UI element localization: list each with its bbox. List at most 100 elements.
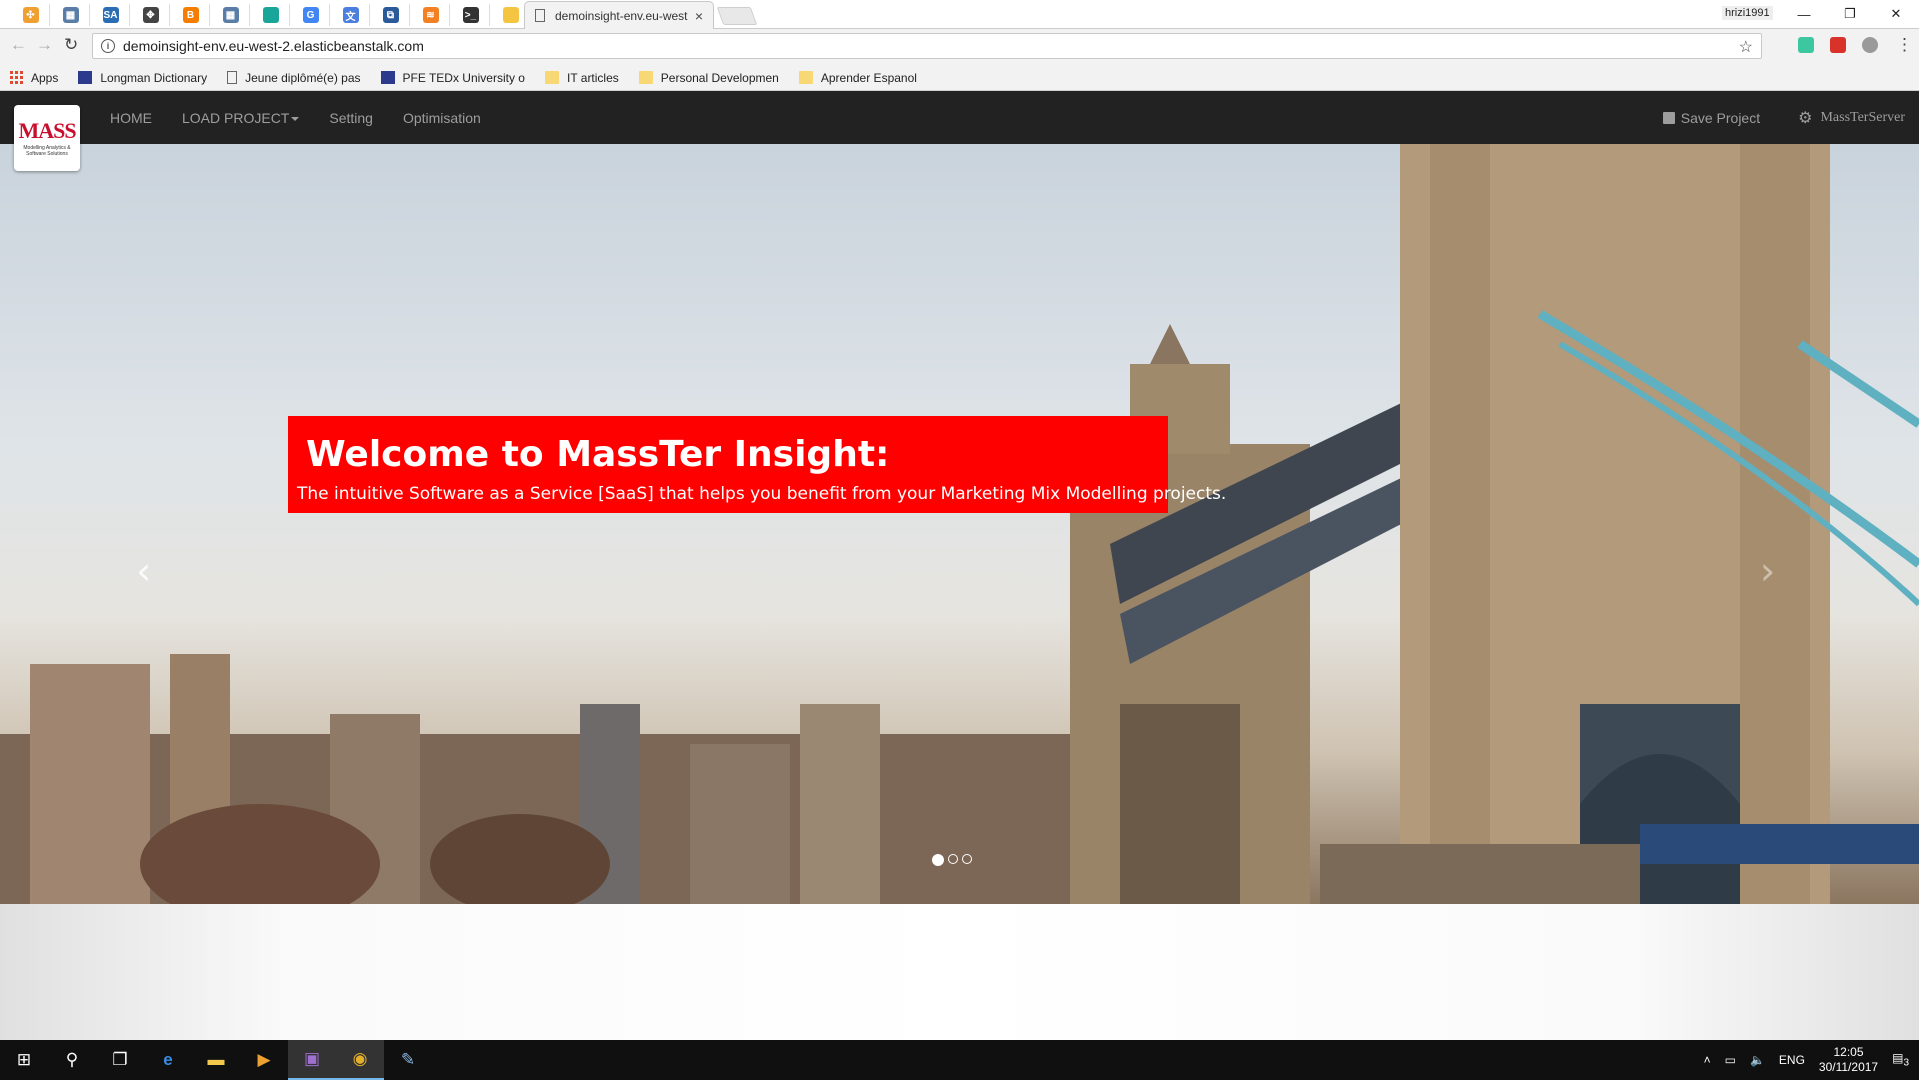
carousel-next-icon[interactable]: › xyxy=(1760,549,1775,593)
back-icon[interactable]: ← xyxy=(10,35,27,55)
logo-subtitle: Modelling Analytics & Software Solutions xyxy=(23,144,71,157)
pinned-tab[interactable]: ▦ xyxy=(212,4,250,26)
logo-text: MASS xyxy=(18,117,76,143)
language-indicator[interactable]: ENG xyxy=(1779,1053,1805,1067)
bookmark-item[interactable]: IT articles xyxy=(544,70,619,85)
favicon-icon xyxy=(380,71,395,84)
restore-icon[interactable]: ❐ xyxy=(1827,0,1873,28)
clock[interactable]: 12:05 30/11/2017 xyxy=(1819,1045,1878,1075)
notifications-icon[interactable]: ▤3 xyxy=(1892,1051,1909,1068)
folder-icon xyxy=(798,71,813,84)
pinned-tab[interactable]: ≋ xyxy=(412,4,450,26)
gear-icon[interactable]: ⚙ xyxy=(1798,108,1812,128)
bookmark-item[interactable]: PFE TEDx University o xyxy=(380,71,525,85)
chrome-icon[interactable]: ◉ xyxy=(336,1040,384,1080)
volume-icon[interactable]: 🔈 xyxy=(1750,1053,1765,1067)
carousel-indicator[interactable] xyxy=(948,854,958,864)
carousel-indicators xyxy=(932,854,972,866)
extension-icon[interactable] xyxy=(1862,37,1878,53)
search-icon[interactable]: ⚲ xyxy=(48,1040,96,1080)
sa-icon: SA xyxy=(102,7,119,23)
network-icon[interactable]: ▭ xyxy=(1725,1053,1736,1067)
page-icon xyxy=(535,9,545,22)
square-teal-icon xyxy=(262,7,279,23)
paint-icon[interactable]: ✎ xyxy=(384,1040,432,1080)
powershell-icon: ⧉ xyxy=(382,7,399,23)
windows-start-icon[interactable]: ⊞ xyxy=(0,1040,48,1080)
page-icon xyxy=(227,71,238,84)
pinned-tab[interactable]: ✣ xyxy=(12,4,50,26)
bookmark-label: Aprender Espanol xyxy=(820,70,917,85)
site-navbar: HOME LOAD PROJECT Setting Optimisation S… xyxy=(0,91,1919,144)
welcome-caption: Welcome to MassTer Insight: The intuitiv… xyxy=(288,416,1226,513)
nav-load-project[interactable]: LOAD PROJECT xyxy=(182,110,300,126)
bookmark-item[interactable]: Personal Developmen xyxy=(638,71,779,85)
pinned-tab[interactable] xyxy=(252,4,290,26)
pinned-tab[interactable]: >_ xyxy=(452,4,490,26)
reload-icon[interactable]: ↻ xyxy=(64,35,78,55)
task-view-icon[interactable]: ❐ xyxy=(96,1040,144,1080)
pinned-tab[interactable]: ▦ xyxy=(52,4,90,26)
nav-setting[interactable]: Setting xyxy=(329,110,373,126)
windows-taskbar: ⊞ ⚲ ❐ e ▬ ▶ ▣ ◉ ✎ ˄ ▭ 🔈 ENG 12:05 30/11/… xyxy=(0,1040,1919,1080)
window-controls: — ❐ ✕ xyxy=(1781,0,1919,28)
pinned-tab[interactable]: ✥ xyxy=(132,4,170,26)
clock-time: 12:05 xyxy=(1833,1045,1864,1059)
active-tab[interactable]: demoinsight-env.eu-west × xyxy=(524,1,714,29)
save-project-button[interactable]: Save Project xyxy=(1662,109,1761,126)
welcome-subtitle: The intuitive Software as a Service [Saa… xyxy=(297,484,1227,504)
info-icon[interactable]: i xyxy=(101,39,115,53)
hero-carousel: Welcome to MassTer Insight: The intuitiv… xyxy=(0,144,1919,904)
close-window-icon[interactable]: ✕ xyxy=(1873,0,1919,28)
bookmark-label: Jeune diplômé(e) pas xyxy=(245,70,361,85)
carousel-prev-icon[interactable]: ‹ xyxy=(136,549,151,593)
bookmark-item[interactable]: Aprender Espanol xyxy=(798,70,917,85)
caret-down-icon xyxy=(291,116,300,121)
browser-toolbar: ← → ↻ i demoinsight-env.eu-west-2.elasti… xyxy=(0,29,1919,65)
bookmark-item[interactable]: Apps xyxy=(10,71,58,85)
bookmark-label: Apps xyxy=(31,70,59,85)
menu-icon[interactable]: ⋮ xyxy=(1896,35,1913,55)
url-text: demoinsight-env.eu-west-2.elasticbeansta… xyxy=(123,38,424,54)
extension-icon[interactable] xyxy=(1798,37,1814,53)
save-project-label: Save Project xyxy=(1680,109,1761,126)
translate-icon: 文 xyxy=(342,7,359,23)
pinned-tab[interactable]: B xyxy=(172,4,210,26)
carousel-indicator[interactable] xyxy=(962,854,972,864)
folder-icon xyxy=(544,71,559,84)
extension-icon[interactable] xyxy=(1830,37,1846,53)
chevron-up-icon[interactable]: ˄ xyxy=(1704,1053,1711,1067)
apps-icon xyxy=(10,71,23,84)
welcome-title: Welcome to MassTer Insight: xyxy=(306,434,890,475)
tree-icon: ▦ xyxy=(222,7,239,23)
forward-icon[interactable]: → xyxy=(36,35,53,55)
mass-logo[interactable]: MASS Modelling Analytics & Software Solu… xyxy=(14,105,80,171)
folder-icon xyxy=(638,71,653,84)
edge-icon[interactable]: e xyxy=(144,1040,192,1080)
minimize-icon[interactable]: — xyxy=(1781,0,1827,28)
network-icon: ✥ xyxy=(142,7,159,23)
nav-home[interactable]: HOME xyxy=(110,110,152,126)
pinned-tab[interactable]: SA xyxy=(92,4,130,26)
new-tab-button[interactable] xyxy=(716,7,758,25)
note-icon xyxy=(502,7,519,23)
carousel-indicator[interactable] xyxy=(932,854,944,866)
nav-right: Save Project ⚙ MassTerServer xyxy=(1662,91,1905,144)
profile-button[interactable]: hrizi1991 xyxy=(1722,6,1773,20)
file-explorer-icon[interactable]: ▬ xyxy=(192,1040,240,1080)
visual-studio-icon[interactable]: ▣ xyxy=(288,1040,336,1080)
bookmark-star-icon[interactable]: ☆ xyxy=(1739,37,1753,57)
pinned-tab[interactable]: 文 xyxy=(332,4,370,26)
bookmark-item[interactable]: Jeune diplômé(e) pas xyxy=(227,70,361,85)
bookmark-item[interactable]: Longman Dictionary xyxy=(78,71,207,85)
address-bar[interactable]: i demoinsight-env.eu-west-2.elasticbeans… xyxy=(92,33,1762,59)
close-tab-icon[interactable]: × xyxy=(695,8,703,24)
server-name[interactable]: MassTerServer xyxy=(1820,110,1905,126)
pinned-tabs: ✣ ▦ SA ✥ B ▦ G 文 ⧉ ≋ >_ xyxy=(12,4,530,26)
bookmark-label: IT articles xyxy=(566,70,619,85)
pinned-tab[interactable]: ⧉ xyxy=(372,4,410,26)
system-tray: ˄ ▭ 🔈 ENG 12:05 30/11/2017 ▤3 xyxy=(1704,1040,1909,1080)
media-player-icon[interactable]: ▶ xyxy=(240,1040,288,1080)
pinned-tab[interactable]: G xyxy=(292,4,330,26)
nav-optimisation[interactable]: Optimisation xyxy=(403,110,481,126)
